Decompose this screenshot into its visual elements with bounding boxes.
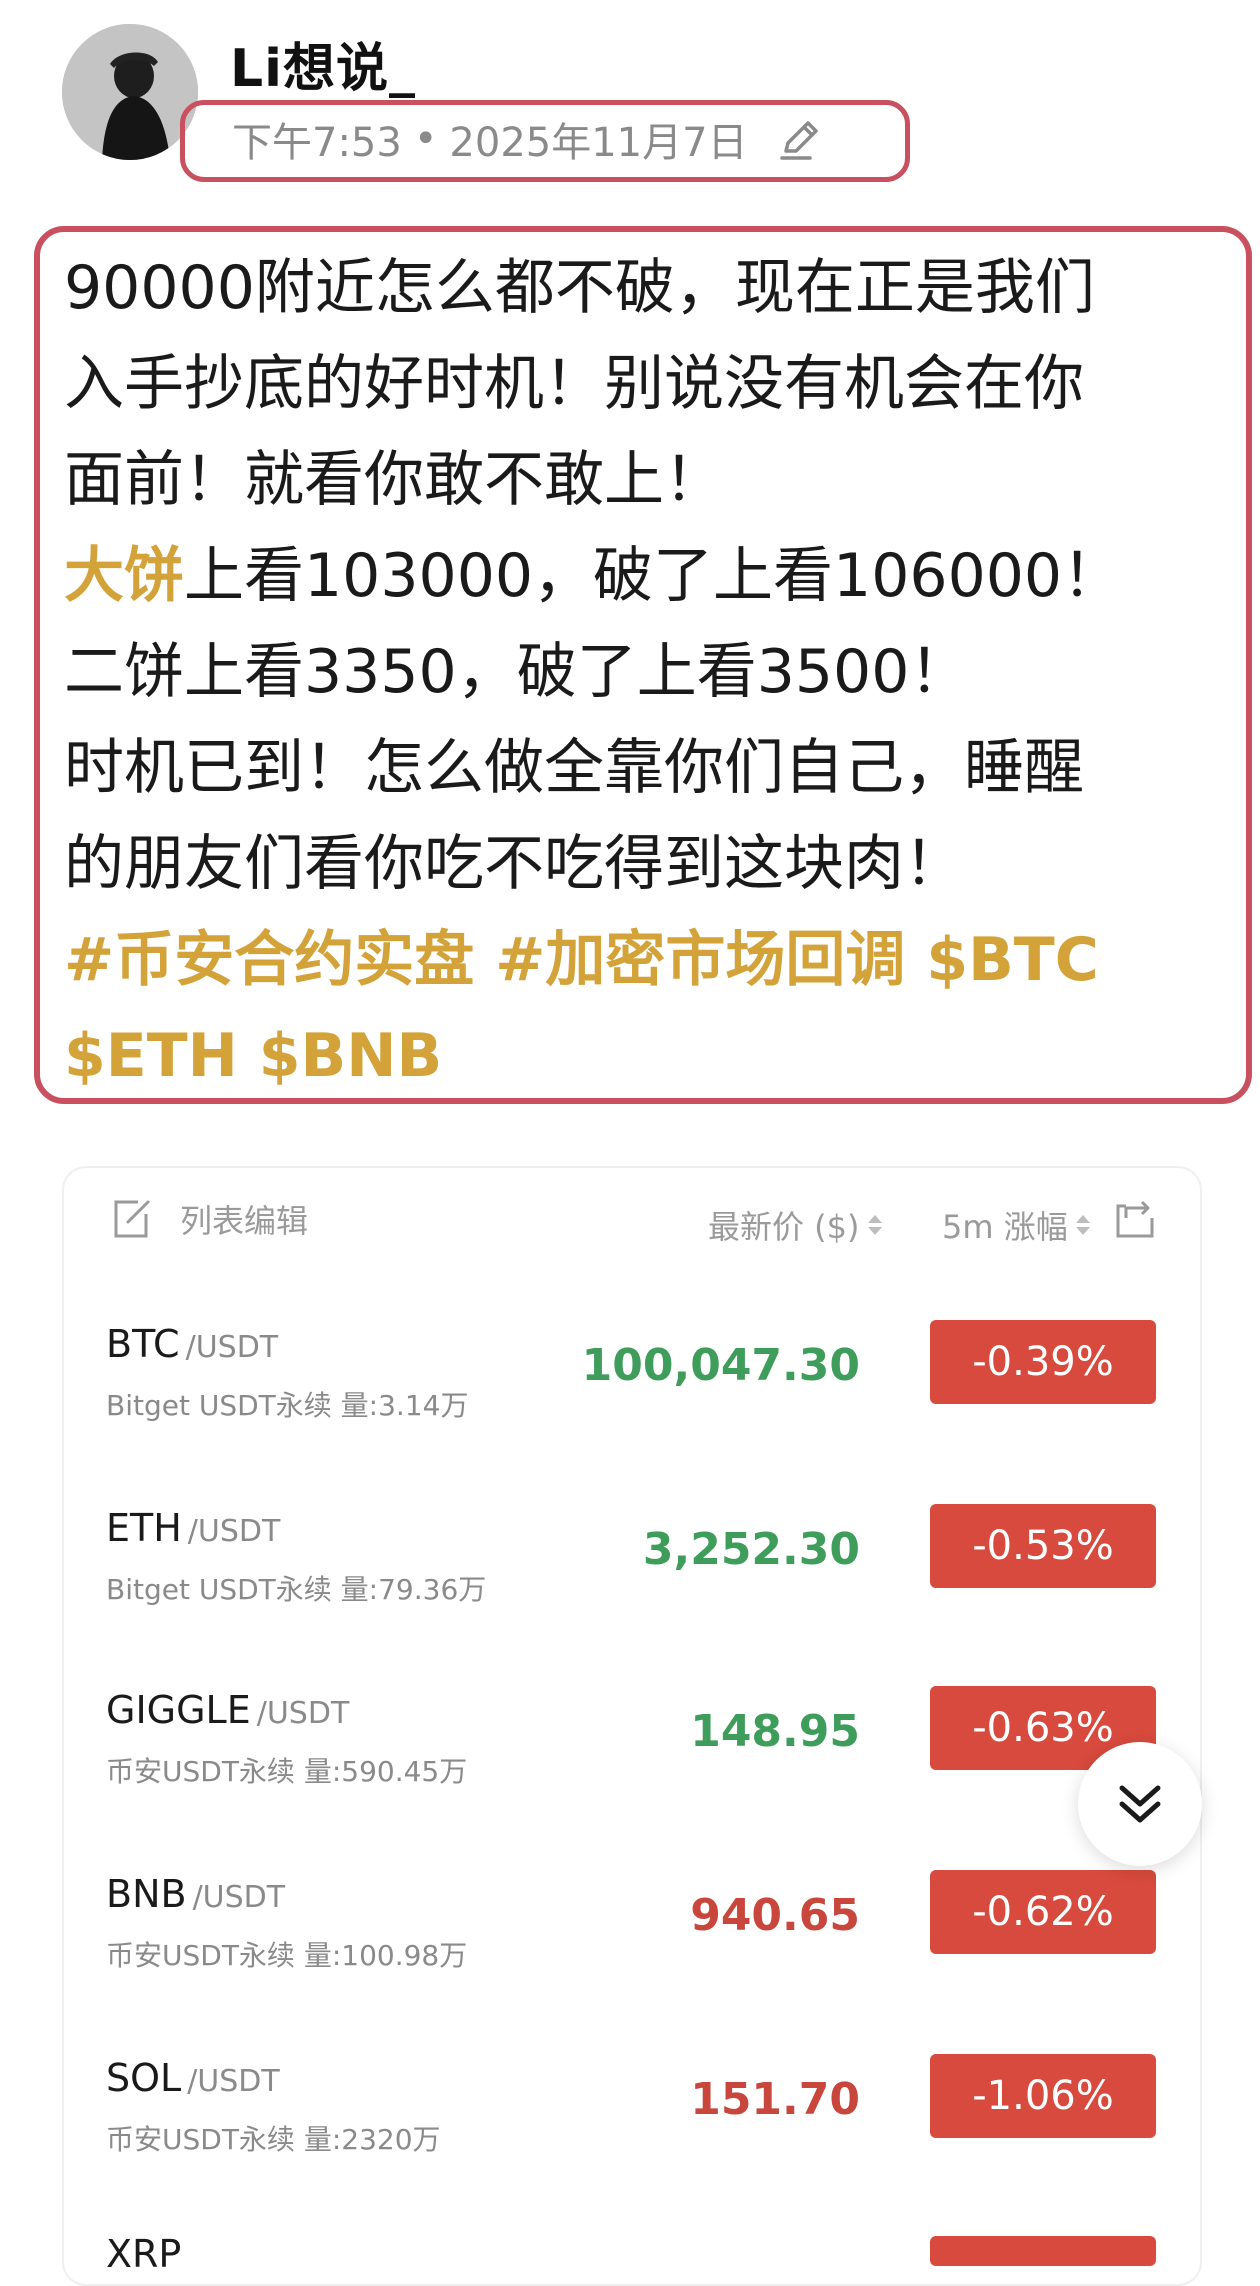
- symbol: BNB/USDT: [106, 1872, 285, 1916]
- symbol: SOL/USDT: [106, 2056, 280, 2100]
- symbol-base: ETH: [106, 1506, 182, 1550]
- post-line: 的朋友们看你吃不吃得到这块肉！: [64, 829, 964, 899]
- change-badge[interactable]: -0.53%: [930, 1504, 1156, 1588]
- share-icon[interactable]: [1112, 1196, 1158, 1242]
- change-badge[interactable]: -0.39%: [930, 1320, 1156, 1404]
- avatar[interactable]: [62, 24, 198, 160]
- edit-list-label: 列表编辑: [180, 1202, 309, 1240]
- last-price: 100,047.30: [581, 1340, 860, 1391]
- symbol-partial: XRP: [106, 2232, 182, 2276]
- post-line: 入手抄底的好时机！别说没有机会在你: [64, 349, 1084, 419]
- edit-pencil-icon[interactable]: [776, 115, 824, 163]
- last-price: 3,252.30: [642, 1524, 860, 1575]
- change-badge[interactable]: -0.62%: [930, 1870, 1156, 1954]
- market-row[interactable]: GIGGLE/USDT 币安USDT永续 量:590.45万 148.95 -0…: [62, 1676, 1202, 1826]
- post-line: 大饼上看103000，破了上看106000！: [64, 528, 1214, 624]
- username[interactable]: Li想说_: [230, 26, 416, 101]
- symbol: BTC/USDT: [106, 1322, 278, 1366]
- hashtag-line[interactable]: $ETH $BNB: [64, 1008, 1214, 1104]
- market-row[interactable]: SOL/USDT 币安USDT永续 量:2320万 151.70 -1.06%: [62, 2044, 1202, 2194]
- post-line: 90000附近怎么都不破，现在正是我们: [64, 253, 1095, 323]
- post-time: 下午7:53: [232, 120, 402, 166]
- symbol-base: GIGGLE: [106, 1688, 251, 1732]
- symbol-base: SOL: [106, 2056, 182, 2100]
- symbol-quote: /USDT: [187, 2064, 280, 2099]
- symbol-quote: /USDT: [256, 1696, 350, 1731]
- symbol-quote: /USDT: [185, 1330, 279, 1365]
- exchange-volume: Bitget USDT永续 量:3.14万: [106, 1389, 469, 1422]
- sort-by-change[interactable]: 5m 涨幅: [942, 1202, 1090, 1248]
- post-body: 90000附近怎么都不破，现在正是我们 入手抄底的好时机！别说没有机会在你 面前…: [64, 240, 1214, 1104]
- post-line: 时机已到！怎么做全靠你们自己，睡醒: [64, 733, 1084, 803]
- symbol-quote: /USDT: [192, 1880, 286, 1915]
- symbol-base: BNB: [106, 1872, 187, 1916]
- market-row[interactable]: ETH/USDT Bitget USDT永续 量:79.36万 3,252.30…: [62, 1494, 1202, 1644]
- market-row[interactable]: BTC/USDT Bitget USDT永续 量:3.14万 100,047.3…: [62, 1310, 1202, 1460]
- change-column-header: 5m 涨幅: [942, 1208, 1068, 1246]
- change-badge-partial: [930, 2236, 1156, 2266]
- post-meta: 下午7:53 • 2025年11月7日: [232, 110, 824, 168]
- last-price: 148.95: [690, 1706, 860, 1757]
- price-column-header: 最新价 ($): [708, 1208, 860, 1246]
- edit-list-button[interactable]: 列表编辑: [108, 1196, 308, 1242]
- market-row[interactable]: BNB/USDT 币安USDT永续 量:100.98万 940.65 -0.62…: [62, 1860, 1202, 2010]
- post-line: 面前！就看你敢不敢上！: [64, 445, 724, 515]
- exchange-volume: 币安USDT永续 量:2320万: [106, 2123, 441, 2156]
- scroll-down-button[interactable]: [1078, 1742, 1202, 1866]
- last-price: 940.65: [690, 1890, 860, 1941]
- sort-icon: [867, 1215, 882, 1235]
- sort-by-price[interactable]: 最新价 ($): [708, 1202, 882, 1248]
- change-badge[interactable]: -1.06%: [930, 2054, 1156, 2138]
- symbol-quote: /USDT: [187, 1514, 281, 1549]
- edit-list-icon: [114, 1200, 150, 1238]
- exchange-volume: 币安USDT永续 量:590.45万: [106, 1755, 468, 1788]
- avatar-image: [62, 24, 198, 160]
- symbol-base: BTC: [106, 1322, 180, 1366]
- btc-nickname-highlight[interactable]: 大饼: [64, 541, 184, 611]
- meta-separator: •: [413, 116, 438, 162]
- post-line-text: 上看103000，破了上看106000！: [184, 541, 1123, 611]
- exchange-volume: 币安USDT永续 量:100.98万: [106, 1939, 468, 1972]
- sort-icon: [1075, 1215, 1090, 1235]
- watchlist-header: 列表编辑 最新价 ($) 5m 涨幅: [108, 1196, 1168, 1260]
- last-price: 151.70: [690, 2074, 860, 2125]
- symbol: ETH/USDT: [106, 1506, 280, 1550]
- post-line: 二饼上看3350，破了上看3500！: [64, 637, 970, 707]
- hashtag-line[interactable]: #币安合约实盘 #加密市场回调 $BTC: [64, 912, 1214, 1008]
- exchange-volume: Bitget USDT永续 量:79.36万: [106, 1573, 487, 1606]
- post-date: 2025年11月7日: [449, 120, 748, 166]
- double-chevron-down-icon: [1119, 1785, 1161, 1823]
- symbol: GIGGLE/USDT: [106, 1688, 349, 1732]
